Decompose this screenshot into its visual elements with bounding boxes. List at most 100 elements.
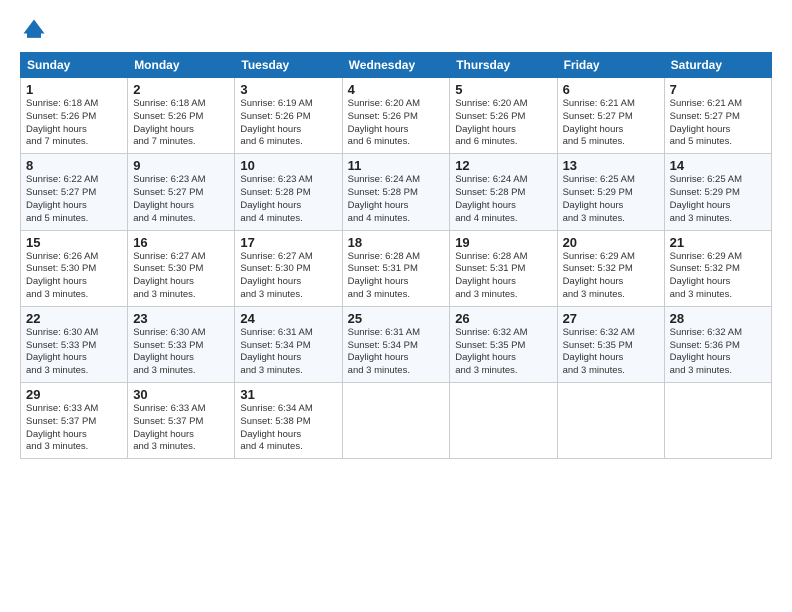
- day-info: Sunrise: 6:29 AMSunset: 5:32 PMDaylight …: [670, 251, 766, 302]
- calendar-week-3: 15Sunrise: 6:26 AMSunset: 5:30 PMDayligh…: [21, 230, 772, 306]
- calendar-cell: 7Sunrise: 6:21 AMSunset: 5:27 PMDaylight…: [664, 78, 771, 154]
- day-number: 31: [240, 387, 336, 402]
- calendar-week-2: 8Sunrise: 6:22 AMSunset: 5:27 PMDaylight…: [21, 154, 772, 230]
- day-number: 24: [240, 311, 336, 326]
- header: [20, 16, 772, 44]
- weekday-header-friday: Friday: [557, 53, 664, 78]
- day-number: 2: [133, 82, 229, 97]
- day-info: Sunrise: 6:20 AMSunset: 5:26 PMDaylight …: [348, 98, 445, 149]
- day-number: 21: [670, 235, 766, 250]
- calendar-cell: 4Sunrise: 6:20 AMSunset: 5:26 PMDaylight…: [342, 78, 450, 154]
- calendar-cell: 21Sunrise: 6:29 AMSunset: 5:32 PMDayligh…: [664, 230, 771, 306]
- calendar-cell: [450, 383, 557, 459]
- day-info: Sunrise: 6:29 AMSunset: 5:32 PMDaylight …: [563, 251, 659, 302]
- calendar-cell: 11Sunrise: 6:24 AMSunset: 5:28 PMDayligh…: [342, 154, 450, 230]
- day-info: Sunrise: 6:33 AMSunset: 5:37 PMDaylight …: [133, 403, 229, 454]
- day-number: 23: [133, 311, 229, 326]
- day-number: 11: [348, 158, 445, 173]
- calendar-cell: 16Sunrise: 6:27 AMSunset: 5:30 PMDayligh…: [128, 230, 235, 306]
- calendar-cell: 8Sunrise: 6:22 AMSunset: 5:27 PMDaylight…: [21, 154, 128, 230]
- weekday-header-thursday: Thursday: [450, 53, 557, 78]
- calendar-cell: 29Sunrise: 6:33 AMSunset: 5:37 PMDayligh…: [21, 383, 128, 459]
- calendar-cell: 10Sunrise: 6:23 AMSunset: 5:28 PMDayligh…: [235, 154, 342, 230]
- day-info: Sunrise: 6:33 AMSunset: 5:37 PMDaylight …: [26, 403, 122, 454]
- calendar-cell: 18Sunrise: 6:28 AMSunset: 5:31 PMDayligh…: [342, 230, 450, 306]
- day-info: Sunrise: 6:18 AMSunset: 5:26 PMDaylight …: [26, 98, 122, 149]
- calendar-cell: 20Sunrise: 6:29 AMSunset: 5:32 PMDayligh…: [557, 230, 664, 306]
- calendar-cell: 17Sunrise: 6:27 AMSunset: 5:30 PMDayligh…: [235, 230, 342, 306]
- calendar-cell: 6Sunrise: 6:21 AMSunset: 5:27 PMDaylight…: [557, 78, 664, 154]
- day-info: Sunrise: 6:26 AMSunset: 5:30 PMDaylight …: [26, 251, 122, 302]
- calendar-cell: 25Sunrise: 6:31 AMSunset: 5:34 PMDayligh…: [342, 306, 450, 382]
- day-info: Sunrise: 6:18 AMSunset: 5:26 PMDaylight …: [133, 98, 229, 149]
- calendar-cell: 26Sunrise: 6:32 AMSunset: 5:35 PMDayligh…: [450, 306, 557, 382]
- calendar-cell: 3Sunrise: 6:19 AMSunset: 5:26 PMDaylight…: [235, 78, 342, 154]
- calendar-cell: 27Sunrise: 6:32 AMSunset: 5:35 PMDayligh…: [557, 306, 664, 382]
- calendar-cell: 23Sunrise: 6:30 AMSunset: 5:33 PMDayligh…: [128, 306, 235, 382]
- weekday-header-monday: Monday: [128, 53, 235, 78]
- day-info: Sunrise: 6:24 AMSunset: 5:28 PMDaylight …: [348, 174, 445, 225]
- day-number: 25: [348, 311, 445, 326]
- day-info: Sunrise: 6:22 AMSunset: 5:27 PMDaylight …: [26, 174, 122, 225]
- day-number: 17: [240, 235, 336, 250]
- day-info: Sunrise: 6:31 AMSunset: 5:34 PMDaylight …: [348, 327, 445, 378]
- calendar-cell: 14Sunrise: 6:25 AMSunset: 5:29 PMDayligh…: [664, 154, 771, 230]
- day-number: 3: [240, 82, 336, 97]
- day-info: Sunrise: 6:21 AMSunset: 5:27 PMDaylight …: [670, 98, 766, 149]
- calendar-cell: 30Sunrise: 6:33 AMSunset: 5:37 PMDayligh…: [128, 383, 235, 459]
- day-number: 10: [240, 158, 336, 173]
- calendar-cell: [664, 383, 771, 459]
- calendar-cell: 15Sunrise: 6:26 AMSunset: 5:30 PMDayligh…: [21, 230, 128, 306]
- day-info: Sunrise: 6:32 AMSunset: 5:36 PMDaylight …: [670, 327, 766, 378]
- calendar-cell: 5Sunrise: 6:20 AMSunset: 5:26 PMDaylight…: [450, 78, 557, 154]
- page-container: SundayMondayTuesdayWednesdayThursdayFrid…: [0, 0, 792, 469]
- day-number: 6: [563, 82, 659, 97]
- calendar-cell: [557, 383, 664, 459]
- day-info: Sunrise: 6:20 AMSunset: 5:26 PMDaylight …: [455, 98, 551, 149]
- calendar-cell: 12Sunrise: 6:24 AMSunset: 5:28 PMDayligh…: [450, 154, 557, 230]
- day-number: 18: [348, 235, 445, 250]
- day-info: Sunrise: 6:28 AMSunset: 5:31 PMDaylight …: [455, 251, 551, 302]
- day-number: 5: [455, 82, 551, 97]
- day-number: 12: [455, 158, 551, 173]
- day-info: Sunrise: 6:30 AMSunset: 5:33 PMDaylight …: [133, 327, 229, 378]
- day-number: 4: [348, 82, 445, 97]
- day-number: 1: [26, 82, 122, 97]
- calendar-cell: 1Sunrise: 6:18 AMSunset: 5:26 PMDaylight…: [21, 78, 128, 154]
- calendar-cell: 22Sunrise: 6:30 AMSunset: 5:33 PMDayligh…: [21, 306, 128, 382]
- day-info: Sunrise: 6:19 AMSunset: 5:26 PMDaylight …: [240, 98, 336, 149]
- day-number: 22: [26, 311, 122, 326]
- weekday-header-wednesday: Wednesday: [342, 53, 450, 78]
- calendar-week-5: 29Sunrise: 6:33 AMSunset: 5:37 PMDayligh…: [21, 383, 772, 459]
- day-number: 9: [133, 158, 229, 173]
- day-number: 14: [670, 158, 766, 173]
- day-info: Sunrise: 6:25 AMSunset: 5:29 PMDaylight …: [670, 174, 766, 225]
- day-info: Sunrise: 6:23 AMSunset: 5:28 PMDaylight …: [240, 174, 336, 225]
- day-number: 7: [670, 82, 766, 97]
- calendar-cell: 9Sunrise: 6:23 AMSunset: 5:27 PMDaylight…: [128, 154, 235, 230]
- day-info: Sunrise: 6:25 AMSunset: 5:29 PMDaylight …: [563, 174, 659, 225]
- calendar-cell: [342, 383, 450, 459]
- day-info: Sunrise: 6:24 AMSunset: 5:28 PMDaylight …: [455, 174, 551, 225]
- day-info: Sunrise: 6:27 AMSunset: 5:30 PMDaylight …: [240, 251, 336, 302]
- day-number: 29: [26, 387, 122, 402]
- day-info: Sunrise: 6:21 AMSunset: 5:27 PMDaylight …: [563, 98, 659, 149]
- day-info: Sunrise: 6:32 AMSunset: 5:35 PMDaylight …: [455, 327, 551, 378]
- calendar-week-4: 22Sunrise: 6:30 AMSunset: 5:33 PMDayligh…: [21, 306, 772, 382]
- logo: [20, 16, 52, 44]
- calendar-week-1: 1Sunrise: 6:18 AMSunset: 5:26 PMDaylight…: [21, 78, 772, 154]
- day-info: Sunrise: 6:31 AMSunset: 5:34 PMDaylight …: [240, 327, 336, 378]
- day-info: Sunrise: 6:30 AMSunset: 5:33 PMDaylight …: [26, 327, 122, 378]
- day-number: 8: [26, 158, 122, 173]
- logo-icon: [20, 16, 48, 44]
- day-info: Sunrise: 6:34 AMSunset: 5:38 PMDaylight …: [240, 403, 336, 454]
- calendar-cell: 24Sunrise: 6:31 AMSunset: 5:34 PMDayligh…: [235, 306, 342, 382]
- day-number: 30: [133, 387, 229, 402]
- calendar-table: SundayMondayTuesdayWednesdayThursdayFrid…: [20, 52, 772, 459]
- calendar-cell: 28Sunrise: 6:32 AMSunset: 5:36 PMDayligh…: [664, 306, 771, 382]
- day-number: 28: [670, 311, 766, 326]
- day-info: Sunrise: 6:32 AMSunset: 5:35 PMDaylight …: [563, 327, 659, 378]
- weekday-header-saturday: Saturday: [664, 53, 771, 78]
- day-number: 20: [563, 235, 659, 250]
- weekday-header-row: SundayMondayTuesdayWednesdayThursdayFrid…: [21, 53, 772, 78]
